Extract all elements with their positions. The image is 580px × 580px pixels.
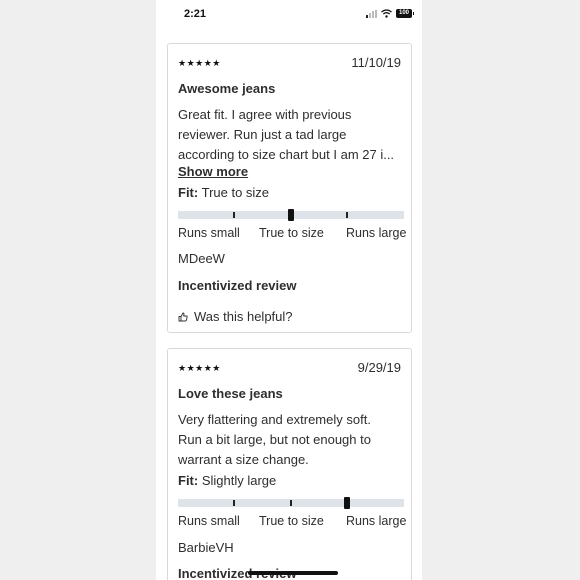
fit-summary: Fit: Slightly large (178, 473, 276, 488)
review-card: ★★★★★ 9/29/19 Love these jeans Very flat… (167, 348, 412, 580)
fit-marker (288, 209, 294, 221)
status-icons: 100 (366, 9, 414, 18)
helpful-button[interactable]: Was this helpful? (178, 309, 293, 324)
review-date: 11/10/19 (351, 55, 401, 70)
fit-scale-tick (233, 212, 235, 218)
scale-label-true-to-size: True to size (259, 514, 324, 528)
fit-scale-tick (346, 212, 348, 218)
thumbs-up-icon (178, 312, 188, 321)
scale-label-runs-small: Runs small (178, 514, 240, 528)
scale-label-runs-large: Runs large (346, 226, 407, 240)
review-body-line: reviewer. Run just a tad large (178, 127, 347, 142)
battery-icon: 100 (396, 9, 414, 18)
star-rating: ★★★★★ (178, 58, 221, 68)
fit-scale-bar (178, 209, 404, 221)
scale-label-runs-large: Runs large (346, 514, 407, 528)
review-title: Awesome jeans (178, 81, 276, 96)
reviewer-name: MDeeW (178, 251, 225, 266)
fit-marker (344, 497, 350, 509)
fit-summary: Fit: True to size (178, 185, 269, 200)
review-title: Love these jeans (178, 386, 283, 401)
status-bar: 2:21 100 (156, 0, 422, 30)
review-body-line: Great fit. I agree with previous (178, 107, 352, 122)
fit-scale-bar (178, 497, 404, 509)
fit-label: Fit: (178, 473, 199, 488)
review-body-line: Very flattering and extremely soft. (178, 412, 371, 427)
phone-screen: 2:21 100 ★★★★★ 11/10/19 Awesome jeans Gr… (156, 0, 422, 580)
wifi-icon (381, 9, 392, 18)
fit-scale-tick (290, 500, 292, 506)
scale-label-true-to-size: True to size (259, 226, 324, 240)
fit-label: Fit: (178, 185, 199, 200)
review-card: ★★★★★ 11/10/19 Awesome jeans Great fit. … (167, 43, 412, 333)
incentivized-badge: Incentivized review (178, 278, 297, 293)
fit-value: True to size (201, 185, 270, 200)
status-time: 2:21 (184, 8, 207, 20)
review-body: Great fit. I agree with previous reviewe… (178, 105, 406, 165)
reviewer-name: BarbieVH (178, 540, 234, 555)
review-body-line: according to size chart but I am 27 i... (178, 147, 395, 162)
show-more-link[interactable]: Show more (178, 164, 248, 179)
review-date: 9/29/19 (357, 360, 401, 375)
fit-scale-tick (233, 500, 235, 506)
review-body-line: warrant a size change. (178, 452, 309, 467)
cellular-signal-icon (366, 9, 377, 18)
helpful-label: Was this helpful? (194, 309, 293, 324)
home-indicator[interactable] (248, 571, 338, 575)
fit-value: Slightly large (201, 473, 277, 488)
scale-label-runs-small: Runs small (178, 226, 240, 240)
star-rating: ★★★★★ (178, 363, 221, 373)
review-body: Very flattering and extremely soft. Run … (178, 410, 406, 470)
review-body-line: Run a bit large, but not enough to (178, 432, 371, 447)
